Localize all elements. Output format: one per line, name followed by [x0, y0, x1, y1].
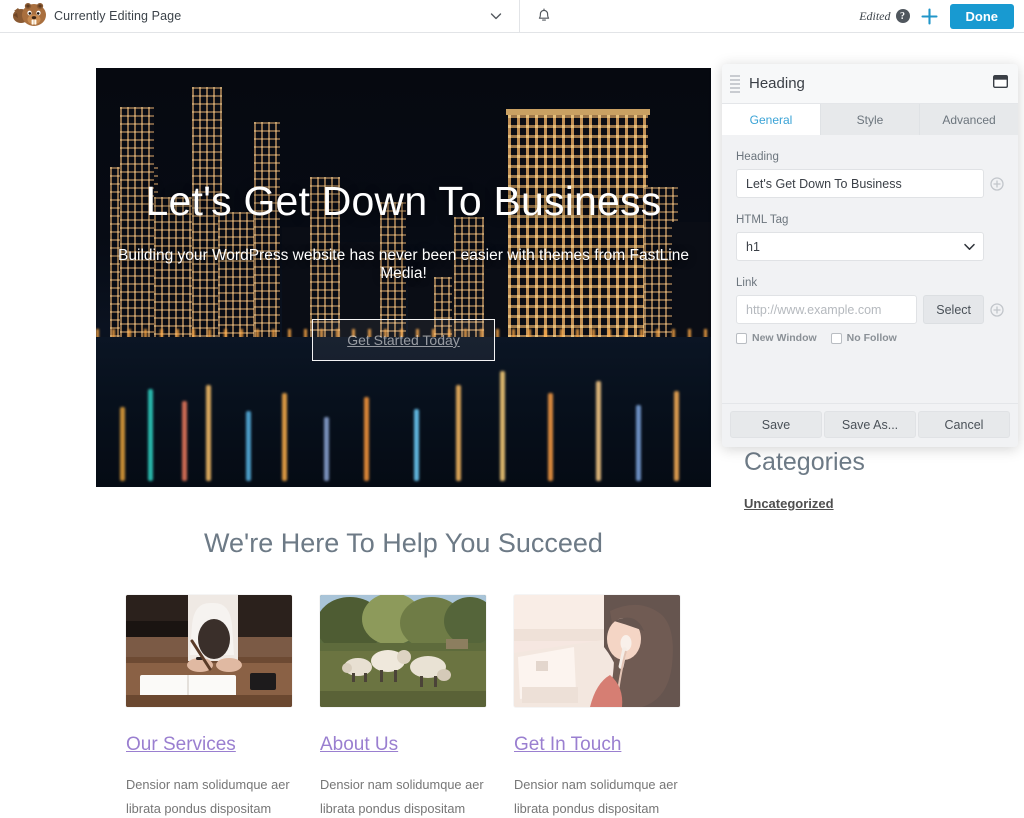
heading-input[interactable]	[736, 169, 984, 198]
currently-editing-label: Currently Editing Page	[54, 9, 182, 23]
tab-style[interactable]: Style	[821, 104, 920, 135]
link-field-label: Link	[736, 277, 758, 289]
checkbox-no-follow-label: No Follow	[846, 332, 897, 344]
hero-content: Let's Get Down To Business Building your…	[96, 68, 711, 487]
link-field-row: Select	[736, 295, 1004, 324]
html-tag-field-row	[736, 232, 1004, 261]
feature-link-get-in-touch[interactable]: Get In Touch	[514, 734, 680, 756]
html-tag-select[interactable]	[736, 232, 984, 261]
save-as-button[interactable]: Save As...	[824, 411, 916, 438]
heading-field-label: Heading	[736, 151, 779, 163]
feature-columns: Our Services Densior nam solidumque aer …	[126, 595, 682, 818]
connect-plus-icon[interactable]	[990, 302, 1004, 317]
cancel-button[interactable]: Cancel	[918, 411, 1010, 438]
link-checkboxes: New Window No Follow	[736, 332, 1004, 344]
html-tag-field-label: HTML Tag	[736, 214, 789, 226]
link-select-button[interactable]: Select	[923, 295, 984, 324]
link-input[interactable]	[736, 295, 918, 324]
section-title[interactable]: We're Here To Help You Succeed	[96, 528, 711, 559]
woman-on-headset-at-laptop-photo[interactable]	[514, 595, 680, 707]
feature-body: Densior nam solidumque aer librata pondu…	[514, 777, 678, 816]
admin-bar-actions: Edited ? Done	[859, 0, 1024, 33]
chevron-down-icon[interactable]	[473, 0, 519, 33]
save-button[interactable]: Save	[730, 411, 822, 438]
checkbox-box-icon[interactable]	[830, 332, 842, 344]
hero-heading[interactable]: Let's Get Down To Business	[146, 178, 662, 225]
panel-tabs[interactable]: General Style Advanced	[722, 104, 1018, 135]
window-icon[interactable]	[992, 74, 1009, 93]
feature-link-our-services[interactable]: Our Services	[126, 734, 292, 756]
done-button[interactable]: Done	[949, 3, 1015, 29]
beaver-logo-icon[interactable]	[0, 0, 52, 32]
tab-advanced[interactable]: Advanced	[920, 104, 1018, 135]
checkbox-new-window-label: New Window	[752, 332, 817, 344]
panel-footer: Save Save As... Cancel	[722, 403, 1018, 447]
hero-section[interactable]: Let's Get Down To Business Building your…	[96, 68, 711, 487]
woman-writing-in-notebook-photo[interactable]	[126, 595, 292, 707]
feature-column: Our Services Densior nam solidumque aer …	[126, 595, 292, 818]
checkbox-box-icon[interactable]	[736, 332, 747, 344]
panel-body: Heading HTML Tag	[722, 135, 1018, 403]
drag-handle-icon[interactable]	[730, 74, 740, 93]
tab-general[interactable]: General	[722, 104, 821, 135]
field-heading: Heading	[736, 151, 1004, 198]
feature-column: About Us Densior nam solidumque aer libr…	[320, 595, 486, 818]
panel-title: Heading	[749, 75, 805, 92]
sheep-grazing-in-field-photo[interactable]	[320, 595, 486, 707]
help-icon[interactable]: ?	[895, 9, 910, 23]
feature-body: Densior nam solidumque aer librata pondu…	[320, 777, 484, 816]
hero-cta-button[interactable]: Get Started Today	[312, 319, 495, 361]
field-link: Link Select New Window No F	[736, 277, 1004, 344]
checkbox-no-follow[interactable]: No Follow	[830, 332, 897, 344]
panel-header[interactable]: Heading	[722, 64, 1018, 104]
field-html-tag: HTML Tag	[736, 214, 1004, 261]
hero-subheading[interactable]: Building your WordPress website has neve…	[96, 247, 711, 283]
feature-column: Get In Touch Densior nam solidumque aer …	[514, 595, 680, 818]
plus-icon[interactable]	[910, 0, 950, 33]
feature-link-about-us[interactable]: About Us	[320, 734, 486, 756]
checkbox-new-window[interactable]: New Window	[736, 332, 817, 344]
bell-icon[interactable]	[520, 0, 568, 33]
edited-status: Edited	[859, 8, 891, 23]
module-settings-panel[interactable]: Heading General Style Advanced Heading L…	[722, 64, 1018, 447]
heading-field-row	[736, 169, 1004, 198]
categories-widget: Categories Uncategorized	[744, 448, 994, 513]
html-tag-select-wrap	[736, 232, 984, 261]
category-link-uncategorized[interactable]: Uncategorized	[744, 496, 834, 511]
connect-plus-icon[interactable]	[990, 176, 1004, 191]
categories-title: Categories	[744, 448, 865, 476]
feature-body: Densior nam solidumque aer librata pondu…	[126, 777, 290, 816]
admin-bar: Currently Editing Page Edited ? Done	[0, 0, 1024, 33]
